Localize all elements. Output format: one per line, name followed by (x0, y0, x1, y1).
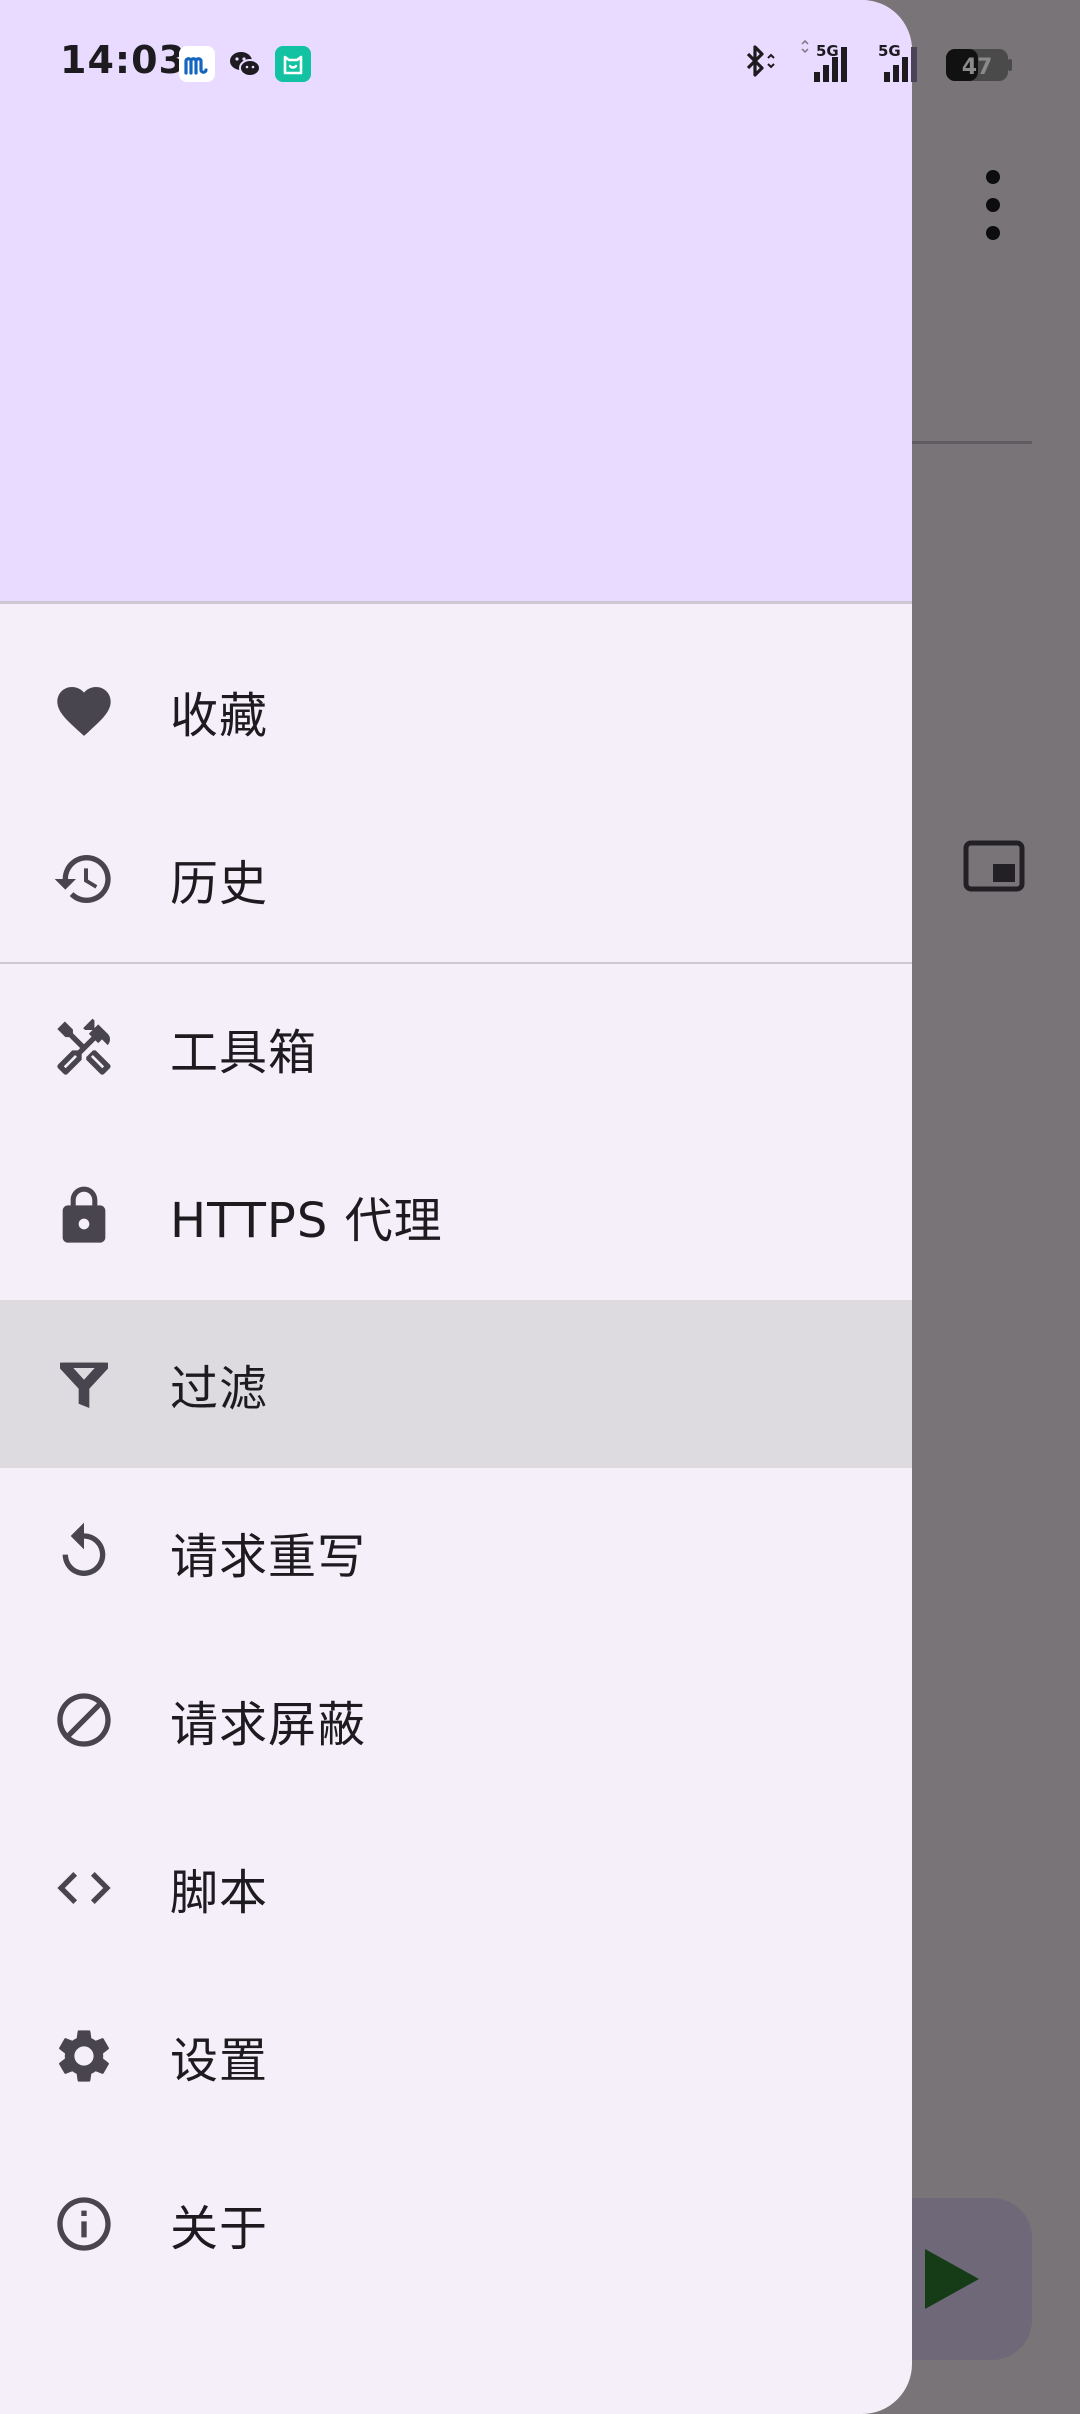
menu-item-label: 历史 (170, 856, 269, 912)
menu-item-history[interactable]: 历史 (0, 795, 912, 963)
info-icon (50, 2190, 118, 2258)
heart-icon (50, 677, 118, 745)
menu-item-label: 收藏 (170, 688, 269, 744)
status-bar: 14:03 5G 5G 47 (0, 0, 1080, 130)
menu-item-label: 过滤 (170, 1361, 269, 1417)
code-icon (50, 1854, 118, 1922)
menu-item-about[interactable]: 关于 (0, 2140, 912, 2308)
menu-item-script[interactable]: 脚本 (0, 1804, 912, 1972)
menu-item-label: 请求重写 (170, 1529, 367, 1585)
svg-text:5G: 5G (878, 42, 901, 60)
wechat-icon (230, 52, 261, 77)
menu-item-label: 工具箱 (170, 1025, 318, 1081)
signal-icon-2: 5G (878, 42, 917, 82)
menu-item-label: 脚本 (170, 1865, 269, 1921)
navigation-drawer: 收藏 历史 工具箱 HTTPS 代理 过滤 请求重写 请求屏蔽 脚本 设置 关于 (0, 0, 912, 2414)
bluetooth-icon (746, 45, 775, 77)
signal-icon-1: 5G (801, 40, 847, 82)
tools-icon (50, 1014, 118, 1082)
gear-icon (50, 2022, 118, 2090)
menu-item-label: 设置 (170, 2033, 269, 2089)
lock-icon (50, 1182, 118, 1250)
svg-text:47: 47 (962, 55, 993, 80)
history-icon (50, 845, 118, 913)
mi-home-icon (275, 46, 311, 82)
menu-item-settings[interactable]: 设置 (0, 1972, 912, 2140)
menu-item-https-proxy[interactable]: HTTPS 代理 (0, 1132, 912, 1300)
app-notification-icon (179, 46, 215, 82)
menu-item-label: 请求屏蔽 (170, 1697, 367, 1753)
menu-item-toolbox[interactable]: 工具箱 (0, 964, 912, 1132)
status-indicators: 5G 5G 47 (746, 40, 1012, 82)
menu-item-filter[interactable]: 过滤 (0, 1300, 912, 1468)
block-icon (50, 1686, 118, 1754)
battery-icon: 47 (946, 49, 1012, 81)
menu-item-favorites[interactable]: 收藏 (0, 627, 912, 795)
menu-item-request-rewrite[interactable]: 请求重写 (0, 1468, 912, 1636)
refresh-icon (50, 1518, 118, 1586)
menu-item-label: HTTPS 代理 (170, 1193, 443, 1249)
status-time: 14:03 (60, 38, 186, 82)
menu-item-label: 关于 (170, 2201, 269, 2257)
filter-icon (50, 1350, 118, 1418)
menu-item-request-block[interactable]: 请求屏蔽 (0, 1636, 912, 1804)
